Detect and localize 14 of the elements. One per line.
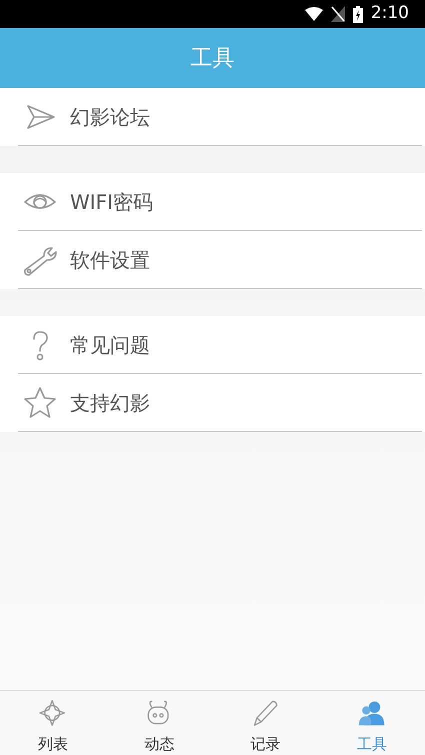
nav-tab[interactable]: 记录 — [212, 699, 319, 755]
wifi-icon — [304, 7, 323, 21]
menu-item[interactable]: 幻影论坛 — [0, 88, 425, 146]
status-time: 2:10 — [370, 2, 409, 26]
menu-item[interactable]: 常见问题 — [0, 316, 425, 374]
no-signal-icon — [330, 6, 345, 22]
header-title: 工具 — [190, 44, 234, 72]
menu-item[interactable]: 软件设置 — [0, 231, 425, 289]
nav-tab[interactable]: 列表 — [0, 699, 106, 755]
battery-charging-icon — [352, 6, 363, 22]
menu-item[interactable]: WIFI密码 — [0, 173, 425, 231]
menu-item[interactable]: 支持幻影 — [0, 374, 425, 432]
nav-tab[interactable]: 动态 — [106, 699, 212, 755]
star-icon — [22, 385, 58, 421]
